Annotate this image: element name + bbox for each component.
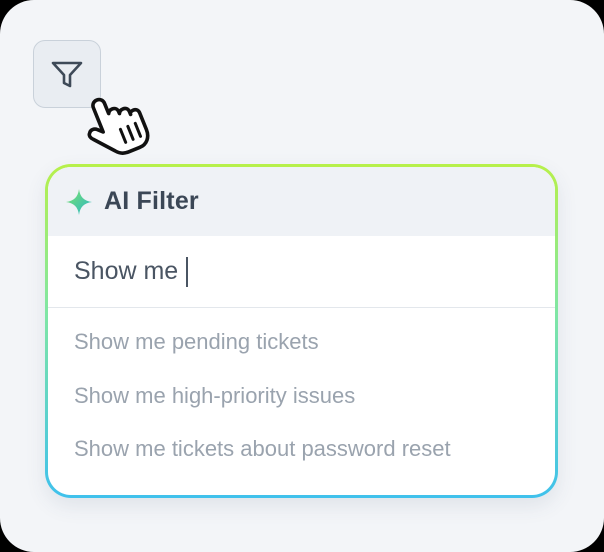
ai-filter-panel: AI Filter Show me Show me pending ticket… xyxy=(45,164,558,498)
canvas: AI Filter Show me Show me pending ticket… xyxy=(0,0,604,552)
funnel-icon xyxy=(51,61,83,88)
text-caret xyxy=(186,256,189,287)
filter-button[interactable] xyxy=(33,40,101,108)
query-input[interactable]: Show me xyxy=(74,256,189,287)
ai-filter-panel-body: AI Filter Show me Show me pending ticket… xyxy=(48,167,555,495)
sparkle-icon xyxy=(66,188,92,215)
query-text: Show me xyxy=(74,257,179,285)
suggestion-list: Show me pending tickets Show me high-pri… xyxy=(48,308,555,481)
suggestion-item[interactable]: Show me high-priority issues xyxy=(48,374,555,428)
ai-filter-header: AI Filter xyxy=(48,167,555,236)
query-input-row[interactable]: Show me xyxy=(48,236,555,308)
suggestion-item[interactable]: Show me pending tickets xyxy=(48,320,555,374)
ai-filter-title: AI Filter xyxy=(104,187,199,215)
suggestion-item[interactable]: Show me tickets about password reset xyxy=(48,427,555,481)
